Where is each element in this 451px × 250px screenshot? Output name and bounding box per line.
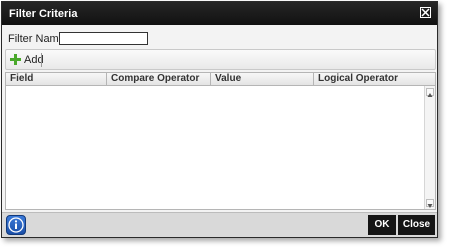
close-icon[interactable] <box>420 7 431 18</box>
dialog-footer: OK Close <box>2 212 437 237</box>
toolbar-separator <box>41 53 42 67</box>
ok-button[interactable]: OK <box>368 215 396 235</box>
title-bar: Filter Criteria <box>2 2 437 25</box>
toolbar: Add <box>5 49 436 70</box>
info-icon[interactable] <box>6 215 26 235</box>
scroll-up-icon[interactable] <box>426 88 434 97</box>
criteria-grid: Field Compare Operator Value Logical Ope… <box>5 72 436 210</box>
column-header-value[interactable]: Value <box>211 73 314 85</box>
grid-scrollbar[interactable] <box>424 86 435 209</box>
close-button[interactable]: Close <box>398 215 435 235</box>
column-header-field[interactable]: Field <box>6 73 107 85</box>
dialog-title: Filter Criteria <box>9 8 78 20</box>
grid-header: Field Compare Operator Value Logical Ope… <box>6 73 435 86</box>
scroll-down-icon[interactable] <box>426 199 434 208</box>
column-header-logical-operator[interactable]: Logical Operator <box>314 73 435 85</box>
column-header-compare-operator[interactable]: Compare Operator <box>107 73 211 85</box>
filter-criteria-dialog: Filter Criteria Filter Name: Add Field C… <box>1 1 438 238</box>
plus-icon <box>10 54 21 65</box>
filter-name-input[interactable] <box>59 32 148 45</box>
